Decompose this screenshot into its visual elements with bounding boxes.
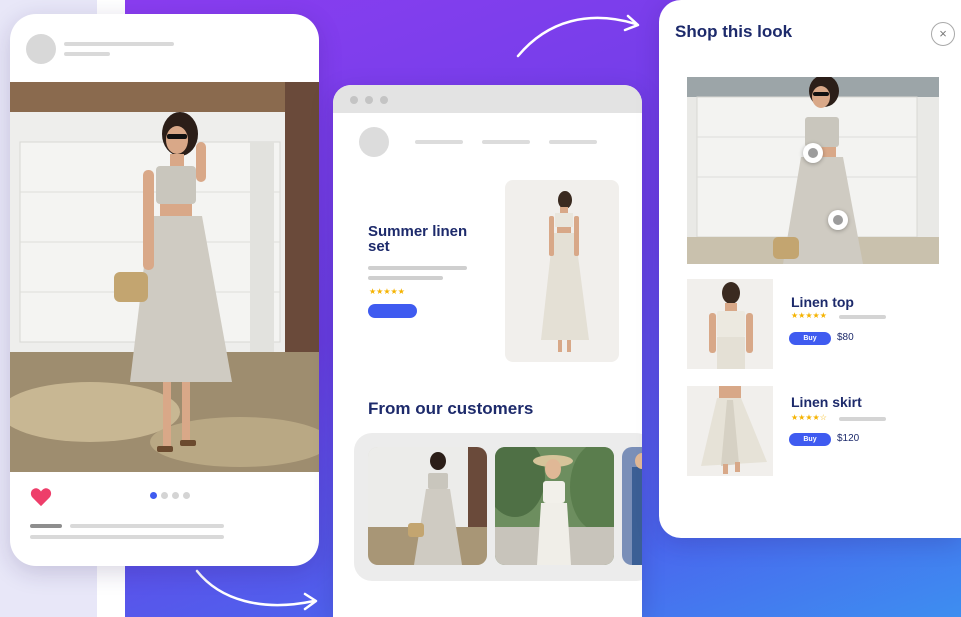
caption-placeholder (70, 524, 224, 528)
product-price: $120 (837, 433, 860, 444)
caption-placeholder (30, 535, 224, 539)
window-dot-icon (380, 96, 388, 104)
handle-placeholder (64, 52, 110, 56)
nav-link-placeholder[interactable] (549, 140, 597, 144)
product-thumbnail[interactable] (687, 386, 773, 476)
product-photo[interactable] (505, 180, 619, 362)
carousel-dot[interactable] (161, 492, 168, 499)
carousel-dots[interactable] (150, 492, 190, 499)
product-name[interactable]: Linen skirt (791, 394, 862, 410)
customer-photo-illustration (495, 447, 614, 565)
customer-photo[interactable] (368, 447, 487, 565)
rating-stars: ★★★★★ (791, 311, 827, 320)
carousel-dot[interactable] (183, 492, 190, 499)
buy-button[interactable]: Buy (789, 332, 831, 345)
customer-photo-illustration (622, 447, 642, 565)
heart-icon[interactable] (30, 487, 52, 507)
product-price: $80 (837, 332, 854, 343)
product-name[interactable]: Linen top (791, 294, 854, 310)
post-photo-illustration (10, 82, 319, 472)
description-placeholder (839, 315, 886, 319)
avatar (26, 34, 56, 64)
customer-photo[interactable] (495, 447, 614, 565)
rating-stars: ★★★★★ (369, 287, 405, 296)
carousel-dot[interactable] (172, 492, 179, 499)
nav-link-placeholder[interactable] (415, 140, 463, 144)
product-thumbnail[interactable] (687, 279, 773, 369)
close-button[interactable]: × (931, 22, 955, 46)
add-to-cart-button[interactable] (368, 304, 417, 318)
look-photo[interactable] (687, 77, 939, 264)
post-photo[interactable] (10, 82, 319, 472)
look-photo-illustration (687, 77, 939, 264)
description-placeholder (368, 266, 467, 270)
social-post-card (10, 14, 319, 566)
window-dot-icon (350, 96, 358, 104)
window-dot-icon (365, 96, 373, 104)
caption-placeholder (30, 524, 62, 528)
product-page-window: Summer linen set ★★★★★ From our customer… (333, 85, 642, 617)
rating-stars: ★★★★☆ (791, 413, 827, 422)
buy-button[interactable]: Buy (789, 433, 831, 446)
product-tag-icon[interactable] (803, 143, 823, 163)
customer-photo[interactable] (622, 447, 642, 565)
shop-this-look-panel: Shop this look × Linen top ★★★★★ Buy $80… (659, 0, 961, 538)
customer-photo-illustration (368, 447, 487, 565)
product-photo-illustration (505, 180, 619, 362)
panel-title: Shop this look (675, 22, 793, 41)
customers-heading: From our customers (368, 399, 534, 418)
product-thumbnail-illustration (687, 386, 773, 476)
carousel-dot[interactable] (150, 492, 157, 499)
product-title: Summer linen set (368, 223, 468, 255)
description-placeholder (368, 276, 443, 280)
username-placeholder (64, 42, 174, 46)
product-tag-icon[interactable] (828, 210, 848, 230)
nav-link-placeholder[interactable] (482, 140, 530, 144)
close-icon: × (939, 26, 947, 41)
product-thumbnail-illustration (687, 279, 773, 369)
description-placeholder (839, 417, 886, 421)
site-logo[interactable] (359, 127, 389, 157)
